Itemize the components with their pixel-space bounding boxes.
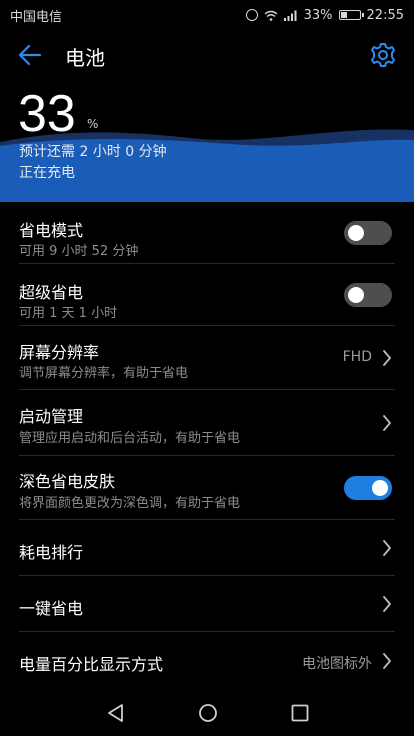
setting-dark-theme[interactable]: 深色省电皮肤 将界面颜色更改为深色调，有助于省电 [0, 456, 414, 520]
setting-title: 电量百分比显示方式 [19, 655, 164, 674]
toggle-knob [372, 480, 388, 496]
back-arrow-icon[interactable] [16, 41, 44, 69]
setting-one-tap-saving[interactable]: 一键省电 [0, 576, 414, 632]
battery-level: 33 [18, 85, 76, 143]
dark-theme-toggle[interactable] [344, 476, 392, 500]
setting-subtitle: 将界面颜色更改为深色调，有助于省电 [19, 496, 241, 511]
settings-list: 省电模式 可用 9 小时 52 分钟 超级省电 可用 1 天 1 小时 屏幕分辨… [0, 202, 414, 690]
carrier-label: 中国电信 [10, 9, 63, 25]
charging-status: 正在充电 [19, 165, 75, 181]
status-icons: 33% 22:55 [245, 7, 404, 23]
nav-home-icon[interactable] [197, 702, 219, 724]
battery-unit: % [87, 117, 99, 131]
setting-subtitle: 调节屏幕分辨率，有助于省电 [19, 366, 189, 381]
chevron-right-icon [383, 415, 391, 431]
navigation-bar [0, 690, 414, 736]
setting-title: 屏幕分辨率 [19, 343, 100, 362]
resolution-value: FHD [342, 349, 372, 365]
power-saving-toggle[interactable] [344, 221, 392, 245]
signal-icon [283, 10, 297, 21]
wifi-icon [264, 10, 278, 21]
nav-back-icon[interactable] [105, 702, 127, 724]
nav-recents-icon[interactable] [289, 702, 311, 724]
setting-title: 省电模式 [19, 221, 84, 240]
setting-screen-resolution[interactable]: 屏幕分辨率 调节屏幕分辨率，有助于省电 FHD [0, 326, 414, 390]
battery-icon [338, 10, 364, 20]
setting-title: 一键省电 [19, 599, 84, 618]
alarm-icon [245, 9, 258, 21]
battery-hero: 33 % 预计还需 2 小时 0 分钟 正在充电 [0, 80, 414, 202]
setting-power-saving[interactable]: 省电模式 可用 9 小时 52 分钟 [0, 202, 414, 264]
app-bar: 电池 [0, 30, 414, 80]
setting-percentage-display[interactable]: 电量百分比显示方式 电池图标外 [0, 632, 414, 690]
setting-subtitle: 可用 1 天 1 小时 [19, 306, 118, 321]
gear-icon[interactable] [369, 41, 397, 69]
chevron-right-icon [383, 540, 391, 556]
setting-subtitle: 管理应用启动和后台活动，有助于省电 [19, 431, 241, 446]
setting-title: 深色省电皮肤 [19, 472, 116, 491]
status-bar: 中国电信 33% 22:55 [0, 0, 414, 30]
setting-subtitle: 可用 9 小时 52 分钟 [19, 244, 139, 259]
chevron-right-icon [383, 653, 391, 669]
setting-startup-manager[interactable]: 启动管理 管理应用启动和后台活动，有助于省电 [0, 390, 414, 456]
toggle-knob [348, 287, 364, 303]
setting-ultra-saving[interactable]: 超级省电 可用 1 天 1 小时 [0, 264, 414, 326]
time-remaining: 预计还需 2 小时 0 分钟 [19, 144, 167, 160]
chevron-right-icon [383, 350, 391, 366]
setting-power-ranking[interactable]: 耗电排行 [0, 520, 414, 576]
page-title: 电池 [65, 46, 105, 70]
ultra-saving-toggle[interactable] [344, 283, 392, 307]
battery-percent-status: 33% [303, 7, 333, 23]
setting-title: 启动管理 [19, 407, 84, 426]
setting-title: 超级省电 [19, 283, 84, 302]
clock: 22:55 [366, 7, 404, 23]
percentage-display-value: 电池图标外 [302, 656, 372, 672]
toggle-knob [348, 225, 364, 241]
chevron-right-icon [383, 596, 391, 612]
setting-title: 耗电排行 [19, 543, 84, 562]
